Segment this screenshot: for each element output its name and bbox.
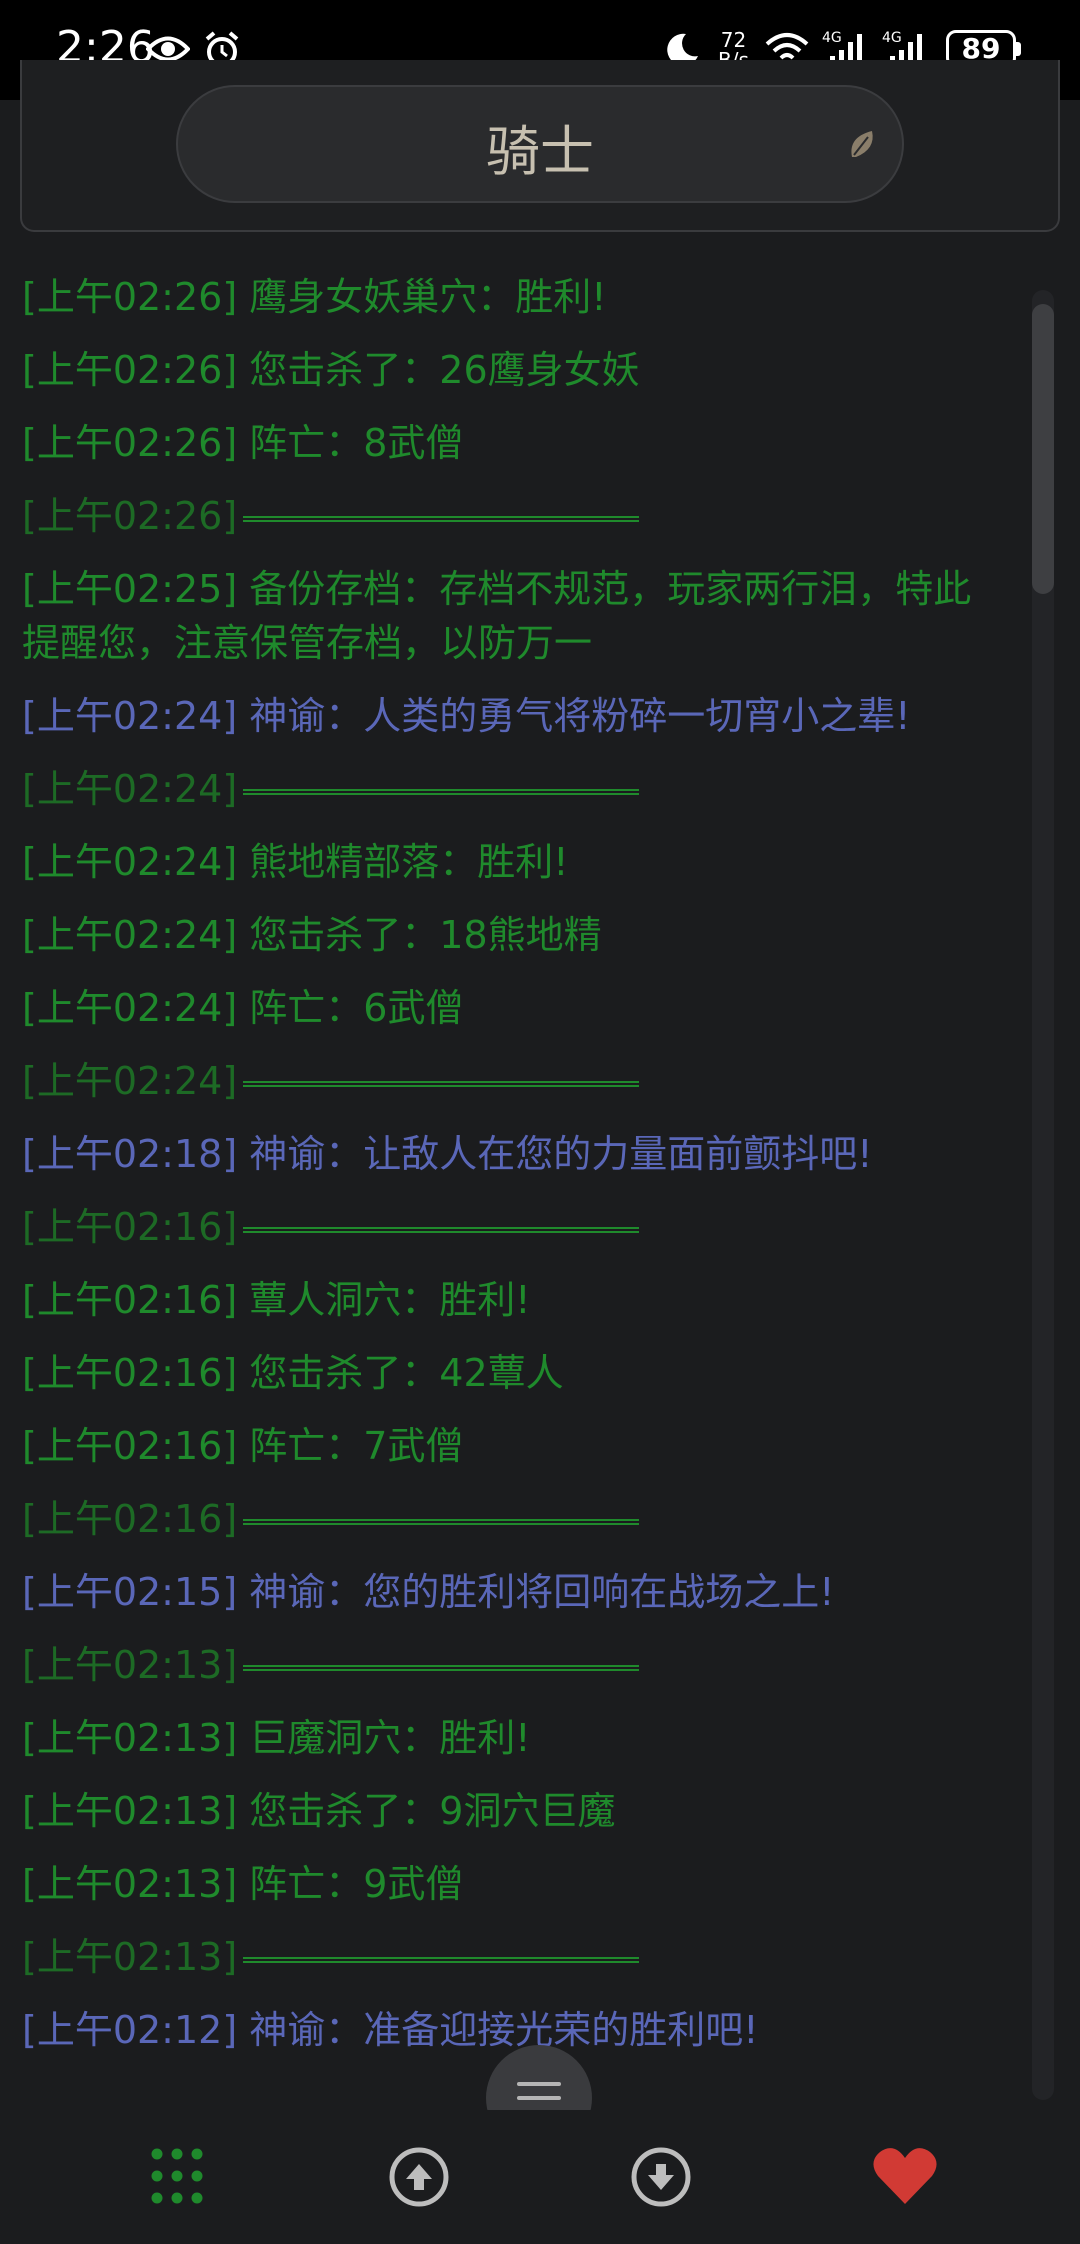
log-divider: [上午02:16] [0,1492,1030,1546]
bottom-nav [0,2110,1080,2244]
menu-icon-line [517,2096,561,2100]
log-entry: [上午02:24] 神谕：人类的勇气将粉碎一切宵小之辈! [0,689,1030,743]
log-message: 神谕：您的胜利将回响在战场之上! [249,1570,835,1614]
log-divider: [上午02:16] [0,1200,1030,1254]
log-entry: [上午02:24] 熊地精部落：胜利! [0,835,1030,889]
log-entry: [上午02:15] 神谕：您的胜利将回响在战场之上! [0,1565,1030,1619]
scrollbar-thumb[interactable] [1032,304,1054,594]
divider-line [243,1080,640,1087]
log-entry: [上午02:26] 您击杀了：26鹰身女妖 [0,343,1030,397]
log-message: 阵亡：7武僧 [249,1424,464,1468]
log-message: 阵亡：9武僧 [249,1862,464,1906]
log-divider: [上午02:24] [0,762,1030,816]
divider-line [243,788,640,795]
log-timestamp: [上午02:26] [22,275,238,319]
log-divider: [上午02:13] [0,1638,1030,1692]
log-message: 神谕：准备迎接光荣的胜利吧! [249,2008,759,2052]
svg-text:4G: 4G [822,30,842,46]
log-timestamp: [上午02:13] [22,1789,238,1833]
log-entry: [上午02:16] 您击杀了：42蕈人 [0,1346,1030,1400]
log-timestamp: [上午02:16] [22,1278,238,1322]
divider-line [243,1518,640,1525]
class-title: 骑士 [486,120,594,183]
log-message: 神谕：让敌人在您的力量面前颤抖吧! [249,1132,873,1176]
log-entry: [上午02:26] 鹰身女妖巢穴：胜利! [0,270,1030,324]
log-timestamp: [上午02:24] [22,1059,238,1103]
network-speed-value: 72 [720,28,747,52]
log-message: 您击杀了：18熊地精 [249,913,602,957]
log-message: 熊地精部落：胜利! [249,840,569,884]
divider-line [243,515,640,522]
log-timestamp: [上午02:16] [22,1351,238,1395]
log-entry: [上午02:13] 您击杀了：9洞穴巨魔 [0,1784,1030,1838]
log-timestamp: [上午02:25] [22,567,238,611]
log-entry: [上午02:13] 巨魔洞穴：胜利! [0,1711,1030,1765]
scroll-down-icon[interactable] [626,2142,696,2212]
log-timestamp: [上午02:13] [22,1935,238,1979]
log-divider: [上午02:13] [0,1930,1030,1984]
divider-line [243,1664,640,1671]
log-timestamp: [上午02:13] [22,1643,238,1687]
log-timestamp: [上午02:24] [22,913,238,957]
log-message: 蕈人洞穴：胜利! [249,1278,531,1322]
log-timestamp: [上午02:12] [22,2008,238,2052]
log-message: 阵亡：8武僧 [249,421,464,465]
log-message: 巨魔洞穴：胜利! [249,1716,531,1760]
leaf-icon [851,131,873,157]
log-entry: [上午02:25] 备份存档：存档不规范，玩家两行泪，特此提醒您，注意保管存档，… [0,562,1030,670]
log-divider: [上午02:24] [0,1054,1030,1108]
game-log[interactable]: [上午02:26] 鹰身女妖巢穴：胜利! [上午02:26] 您击杀了：26鹰身女… [0,270,1030,2100]
svg-text:4G: 4G [882,30,902,46]
log-timestamp: [上午02:26] [22,421,238,465]
log-timestamp: [上午02:13] [22,1862,238,1906]
log-entry: [上午02:24] 您击杀了：18熊地精 [0,908,1030,962]
log-timestamp: [上午02:24] [22,694,238,738]
class-selector[interactable]: 骑士 [176,85,904,203]
log-timestamp: [上午02:16] [22,1497,238,1541]
log-timestamp: [上午02:24] [22,767,238,811]
log-entry: [上午02:16] 蕈人洞穴：胜利! [0,1273,1030,1327]
heart-icon[interactable] [870,2142,940,2212]
divider-line [243,1956,640,1963]
log-timestamp: [上午02:13] [22,1716,238,1760]
log-message: 您击杀了：9洞穴巨魔 [249,1789,616,1833]
log-timestamp: [上午02:18] [22,1132,238,1176]
log-entry: [上午02:18] 神谕：让敌人在您的力量面前颤抖吧! [0,1127,1030,1181]
log-timestamp: [上午02:24] [22,986,238,1030]
log-message: 鹰身女妖巢穴：胜利! [249,275,607,319]
log-entry: [上午02:13] 阵亡：9武僧 [0,1857,1030,1911]
battery-tip [1016,42,1021,56]
log-entry: [上午02:24] 阵亡：6武僧 [0,981,1030,1035]
log-timestamp: [上午02:16] [22,1205,238,1249]
log-timestamp: [上午02:26] [22,348,238,392]
scroll-up-icon[interactable] [384,2142,454,2212]
log-message: 您击杀了：42蕈人 [249,1351,564,1395]
grid-icon[interactable] [142,2142,212,2212]
log-entry: [上午02:16] 阵亡：7武僧 [0,1419,1030,1473]
divider-line [243,1226,640,1233]
log-timestamp: [上午02:16] [22,1424,238,1468]
log-entry: [上午02:12] 神谕：准备迎接光荣的胜利吧! [0,2003,1030,2057]
log-entry: [上午02:26] 阵亡：8武僧 [0,416,1030,470]
log-message: 阵亡：6武僧 [249,986,464,1030]
log-timestamp: [上午02:24] [22,840,238,884]
log-message: 您击杀了：26鹰身女妖 [249,348,640,392]
log-divider: [上午02:26] [0,489,1030,543]
log-timestamp: [上午02:26] [22,494,238,538]
scrollbar[interactable] [1032,290,1054,2100]
log-message: 神谕：人类的勇气将粉碎一切宵小之辈! [249,694,911,738]
menu-icon-line [517,2082,561,2086]
log-timestamp: [上午02:15] [22,1570,238,1614]
